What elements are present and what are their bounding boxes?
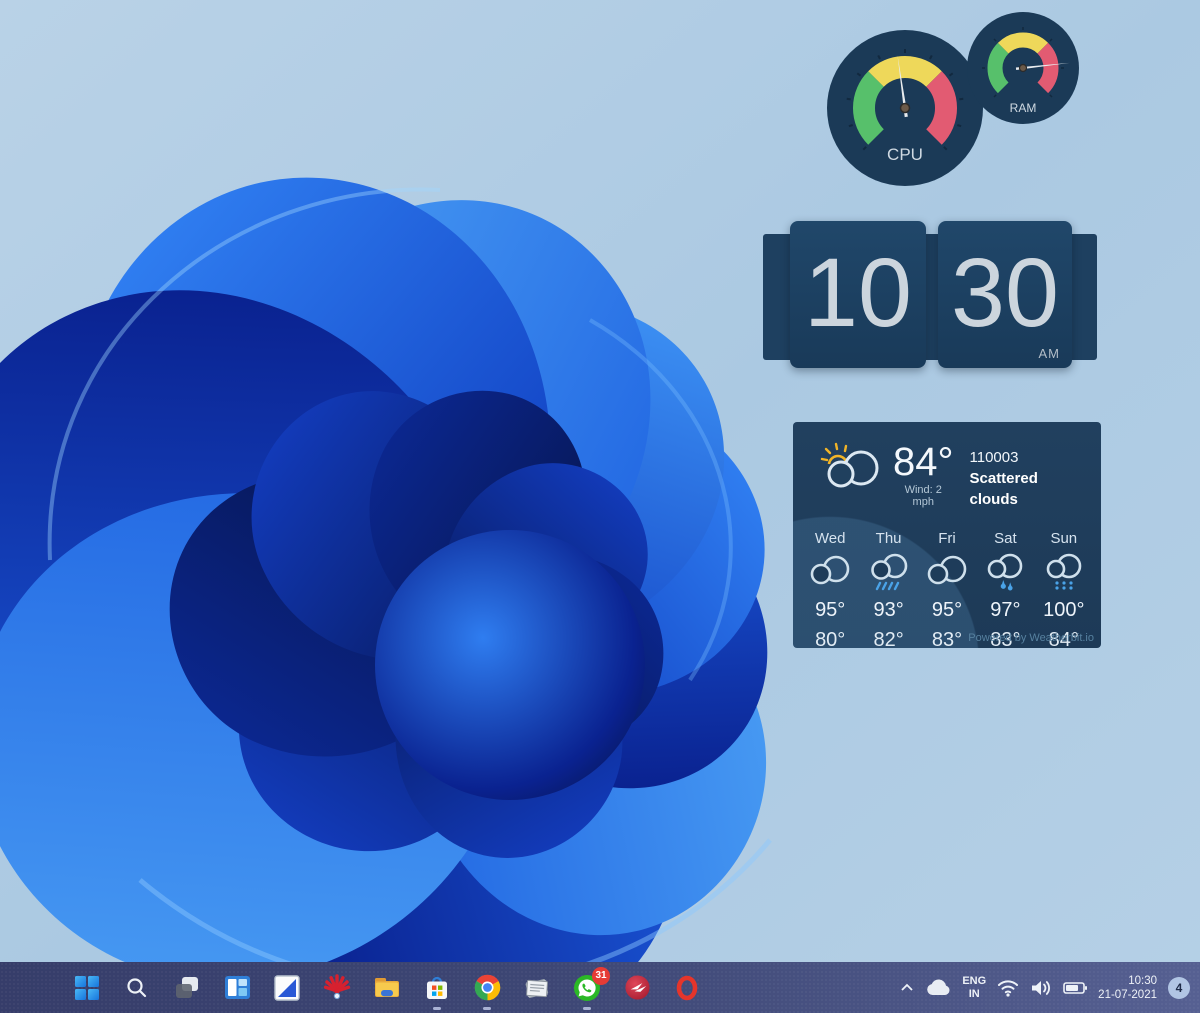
hidden-icons-chevron[interactable] <box>900 982 914 994</box>
onedrive-tray-icon[interactable] <box>925 979 951 997</box>
notification-count-badge[interactable]: 4 <box>1168 977 1190 999</box>
clouds-icon <box>924 552 970 592</box>
diagonal-app-button[interactable] <box>273 974 301 1002</box>
red-wings-icon <box>624 974 651 1001</box>
stacked-papers-icon <box>523 974 551 1002</box>
ram-gauge-widget[interactable]: RAM <box>963 8 1083 128</box>
taskbar: 31 <box>0 962 1200 1013</box>
start-button[interactable] <box>73 974 101 1002</box>
taskbar-pinned-apps: 31 <box>73 962 701 1013</box>
speaker-icon <box>1030 979 1052 997</box>
widgets-icon <box>224 975 251 1000</box>
language-indicator[interactable]: ENG IN <box>962 975 986 1001</box>
notification-count: 4 <box>1176 981 1183 995</box>
cpu-gauge-label: CPU <box>887 145 923 164</box>
weather-condition: Scattered clouds <box>970 468 1088 510</box>
location-code: 110003 <box>970 447 1088 468</box>
weather-attribution: Powered by Weatherbit.io <box>968 632 1094 644</box>
wifi-tray-icon[interactable] <box>997 979 1019 997</box>
papers-app-button[interactable] <box>523 974 551 1002</box>
volume-tray-icon[interactable] <box>1030 979 1052 997</box>
opera-button[interactable] <box>673 974 701 1002</box>
tray-date: 21-07-2021 <box>1098 988 1157 1002</box>
red-wings-app-button[interactable] <box>623 974 651 1002</box>
huawei-app-button[interactable] <box>323 974 351 1002</box>
region-code: IN <box>962 988 986 1001</box>
flip-clock-minute-tile[interactable]: 30 AM <box>938 221 1072 368</box>
chrome-icon <box>474 974 501 1001</box>
task-view-button[interactable] <box>173 974 201 1002</box>
language-code: ENG <box>962 975 986 988</box>
clock-hour: 10 <box>804 238 912 347</box>
widgets-button[interactable] <box>223 974 251 1002</box>
opera-icon <box>673 974 701 1002</box>
current-temp: 84° <box>893 442 954 482</box>
task-view-icon <box>174 975 200 1001</box>
wifi-icon <box>997 979 1019 997</box>
light-rain-icon <box>1041 552 1087 592</box>
clock-minute: 30 <box>951 238 1059 347</box>
battery-icon <box>1063 981 1087 995</box>
desktop[interactable]: CPU <box>0 0 1200 1013</box>
file-explorer-button[interactable] <box>373 974 401 1002</box>
forecast-day: Wed 95° 80° <box>801 530 859 652</box>
microsoft-store-icon <box>424 974 450 1001</box>
cloud-icon <box>925 979 951 997</box>
chrome-button[interactable] <box>473 974 501 1002</box>
flip-clock-hour-tile[interactable]: 10 <box>790 221 926 368</box>
microsoft-store-button[interactable] <box>423 974 451 1002</box>
current-wind: Wind: 2 mph <box>893 484 954 508</box>
clouds-icon <box>807 552 853 592</box>
diagonal-triangle-app-icon <box>274 975 300 1001</box>
huawei-icon <box>323 974 351 1002</box>
sun-clouds-icon <box>819 442 881 490</box>
system-tray: ENG IN <box>900 962 1190 1013</box>
weather-widget[interactable]: 84° Wind: 2 mph 110003 Scattered clouds … <box>793 422 1101 648</box>
file-explorer-icon <box>373 974 401 1001</box>
windows-start-icon <box>74 975 100 1001</box>
clock-meridiem: AM <box>1039 347 1061 360</box>
whatsapp-button[interactable]: 31 <box>573 974 601 1002</box>
rain-drops-icon <box>982 552 1028 592</box>
tray-time: 10:30 <box>1098 974 1157 988</box>
battery-tray-icon[interactable] <box>1063 981 1087 995</box>
chevron-up-icon <box>900 982 914 994</box>
whatsapp-unread-badge: 31 <box>592 967 610 985</box>
tray-clock[interactable]: 10:30 21-07-2021 <box>1098 974 1157 1002</box>
search-button[interactable] <box>123 974 151 1002</box>
heavy-rain-icon <box>866 552 912 592</box>
search-icon <box>125 976 149 1000</box>
ram-gauge-label: RAM <box>1010 101 1037 115</box>
forecast-day: Thu 93° 82° <box>859 530 917 652</box>
